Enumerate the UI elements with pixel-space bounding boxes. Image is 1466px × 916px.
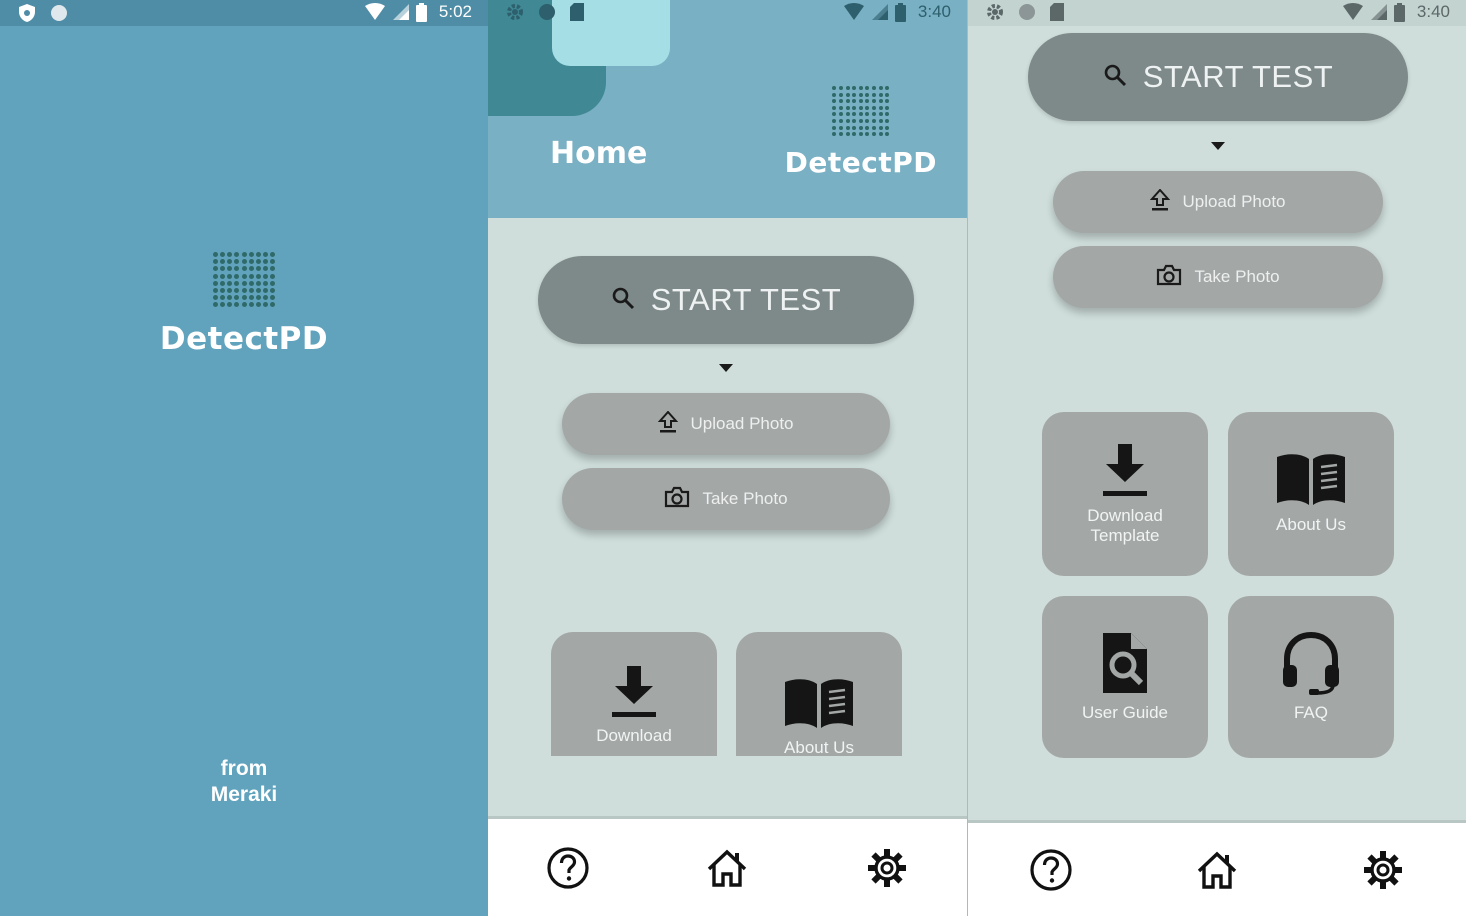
battery-icon bbox=[1393, 2, 1405, 22]
status-bar: 5:02 bbox=[0, 0, 488, 26]
upload-photo-label: Upload Photo bbox=[690, 414, 794, 433]
status-bar: 3:40 bbox=[968, 0, 1466, 26]
home-screen: Home DetectPD 3:40 START TEST Upload Pho… bbox=[488, 0, 967, 916]
publisher-credit: from Meraki bbox=[0, 756, 488, 808]
help-icon[interactable] bbox=[1029, 848, 1073, 892]
upload-photo-label: Upload Photo bbox=[1182, 192, 1286, 211]
bottom-nav bbox=[488, 816, 967, 916]
document-search-icon bbox=[1097, 631, 1153, 703]
download-icon bbox=[1101, 442, 1149, 506]
book-icon bbox=[783, 678, 855, 738]
shield-icon bbox=[18, 3, 36, 23]
wifi-icon bbox=[364, 3, 386, 21]
settings-icon[interactable] bbox=[1361, 848, 1405, 892]
about-label: About Us bbox=[1276, 515, 1346, 534]
publisher-name: Meraki bbox=[210, 783, 278, 806]
download-template-tile[interactable]: Download Template bbox=[1042, 412, 1208, 576]
template-label: Template bbox=[1090, 526, 1160, 545]
bottom-nav bbox=[968, 820, 1466, 916]
status-bar: 3:40 bbox=[488, 0, 967, 26]
start-test-button[interactable]: START TEST bbox=[538, 256, 914, 344]
take-photo-label: Take Photo bbox=[702, 489, 788, 508]
start-test-label: START TEST bbox=[650, 282, 842, 317]
signal-icon bbox=[392, 3, 410, 21]
sd-card-icon bbox=[570, 3, 584, 21]
start-test-label: START TEST bbox=[1142, 59, 1334, 94]
upload-photo-button[interactable]: Upload Photo bbox=[562, 393, 890, 455]
download-template-tile[interactable]: Download bbox=[551, 632, 717, 756]
status-time: 5:02 bbox=[438, 2, 472, 21]
faq-label: FAQ bbox=[1293, 703, 1328, 722]
circle-icon bbox=[538, 3, 556, 21]
settings-icon[interactable] bbox=[865, 846, 909, 890]
search-icon bbox=[1103, 59, 1127, 95]
app-logo: DetectPD bbox=[785, 86, 937, 179]
about-us-tile[interactable]: About Us bbox=[736, 632, 902, 756]
upload-icon bbox=[1150, 187, 1171, 216]
app-logo: DetectPD bbox=[0, 252, 488, 357]
start-test-button[interactable]: START TEST bbox=[1028, 33, 1408, 121]
take-photo-button[interactable]: Take Photo bbox=[562, 468, 890, 530]
user-guide-tile[interactable]: User Guide bbox=[1042, 596, 1208, 758]
home-scrolled-screen: 3:40 START TEST Upload Photo Take Photo … bbox=[967, 0, 1466, 916]
signal-icon bbox=[1370, 3, 1388, 21]
gear-icon bbox=[506, 3, 524, 21]
guide-label: User Guide bbox=[1082, 703, 1168, 722]
faq-tile[interactable]: FAQ bbox=[1228, 596, 1394, 758]
page-title: Home bbox=[550, 136, 648, 171]
wifi-icon bbox=[1342, 3, 1364, 21]
logo-dots-icon bbox=[785, 86, 937, 137]
gear-icon bbox=[986, 3, 1004, 21]
download-icon bbox=[610, 664, 658, 726]
brand-name: DetectPD bbox=[784, 146, 937, 180]
circle-icon bbox=[1018, 3, 1036, 21]
upload-icon bbox=[658, 409, 679, 438]
camera-icon bbox=[1156, 264, 1182, 291]
sd-card-icon bbox=[1050, 3, 1064, 21]
home-icon[interactable] bbox=[705, 847, 749, 889]
download-label: Download bbox=[1087, 506, 1163, 525]
take-photo-label: Take Photo bbox=[1194, 267, 1280, 286]
home-icon[interactable] bbox=[1195, 849, 1239, 891]
book-icon bbox=[1275, 453, 1347, 515]
status-time: 3:40 bbox=[1416, 2, 1450, 21]
search-icon bbox=[611, 282, 635, 318]
splash-screen: 5:02 DetectPD from Meraki bbox=[0, 0, 488, 916]
circle-icon bbox=[50, 4, 68, 22]
from-label: from bbox=[220, 757, 268, 780]
camera-icon bbox=[664, 486, 690, 513]
chevron-down-icon[interactable] bbox=[719, 364, 733, 372]
status-time: 3:40 bbox=[917, 2, 951, 21]
signal-icon bbox=[871, 3, 889, 21]
headset-icon bbox=[1281, 631, 1341, 703]
download-label: Download bbox=[596, 726, 672, 745]
take-photo-button[interactable]: Take Photo bbox=[1053, 246, 1383, 308]
battery-icon bbox=[415, 2, 427, 22]
logo-dots-icon bbox=[0, 252, 488, 308]
brand-name: DetectPD bbox=[159, 321, 329, 358]
help-icon[interactable] bbox=[546, 846, 590, 890]
chevron-down-icon[interactable] bbox=[1211, 142, 1225, 150]
wifi-icon bbox=[843, 3, 865, 21]
battery-icon bbox=[894, 2, 906, 22]
about-label: About Us bbox=[784, 738, 854, 756]
home-header: Home DetectPD bbox=[488, 0, 967, 218]
about-us-tile[interactable]: About Us bbox=[1228, 412, 1394, 576]
upload-photo-button[interactable]: Upload Photo bbox=[1053, 171, 1383, 233]
